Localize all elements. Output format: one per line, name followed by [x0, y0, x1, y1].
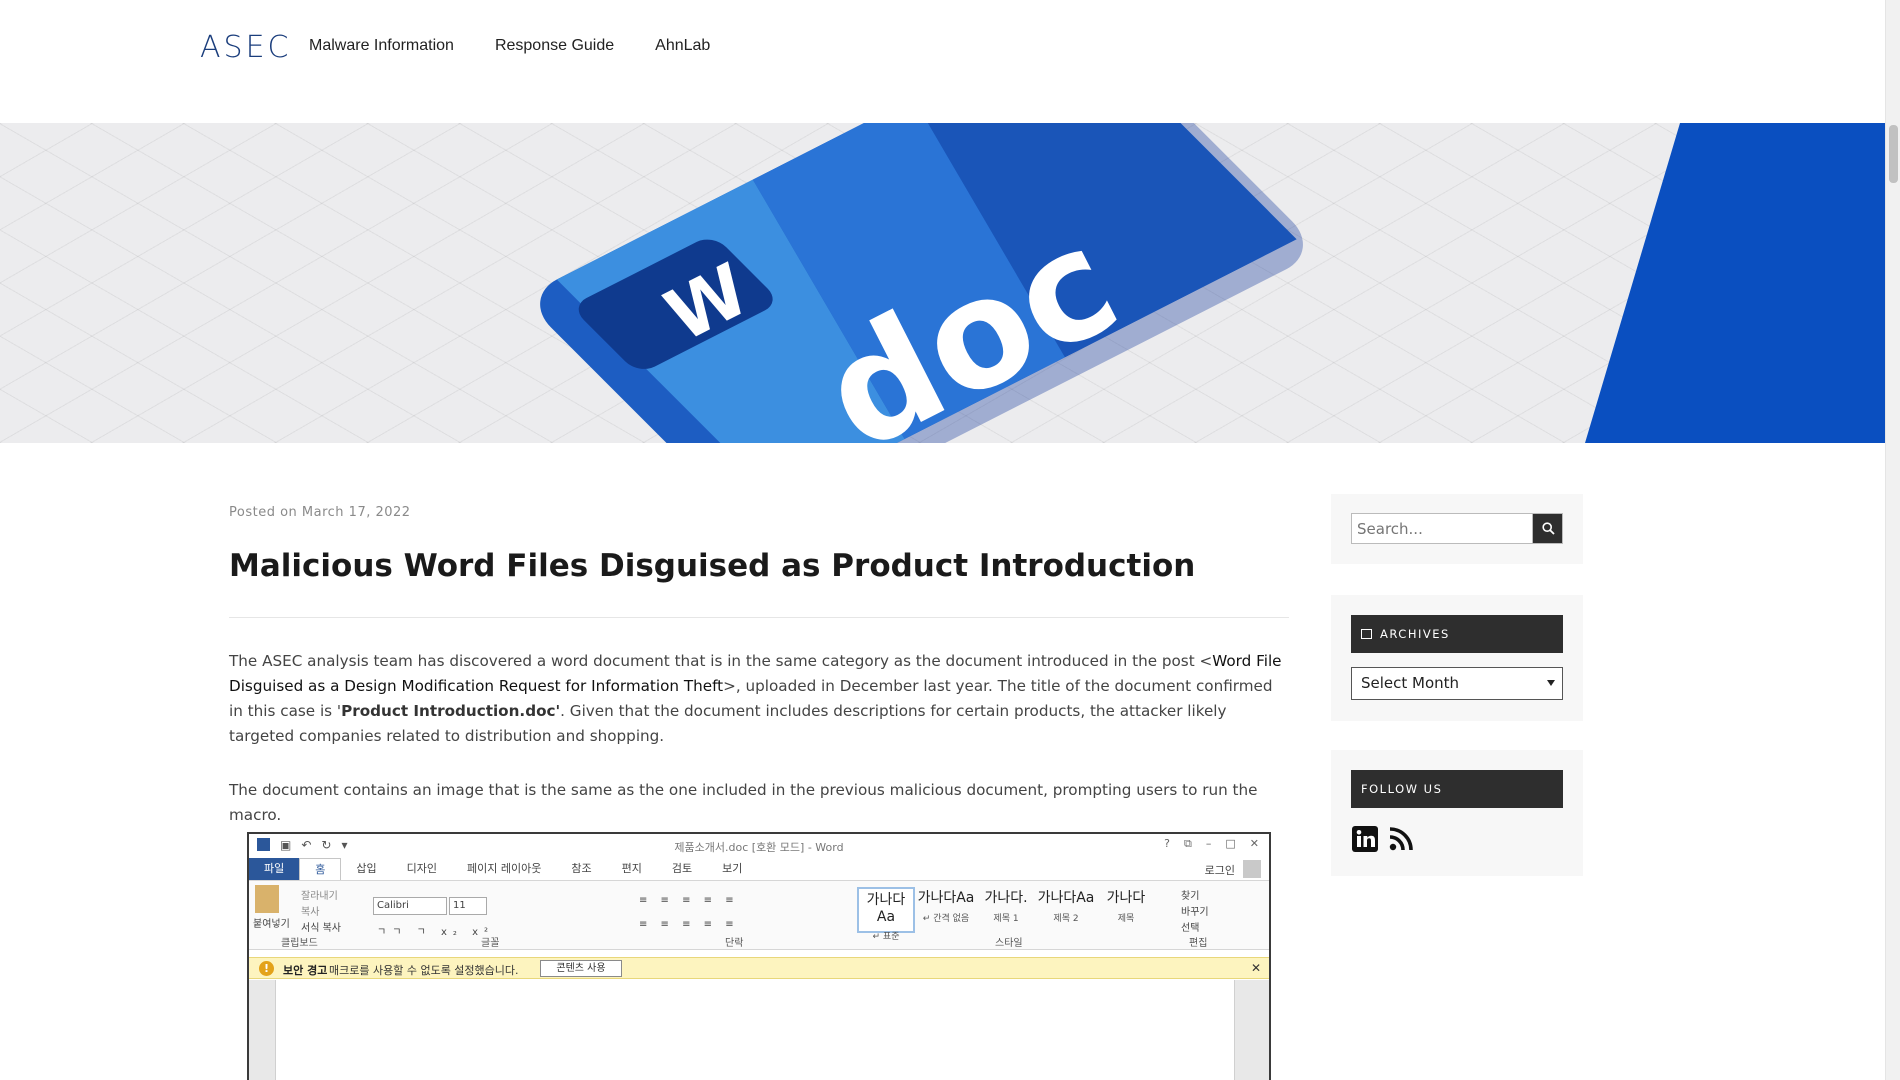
close-icon: ✕	[1249, 837, 1259, 850]
search-widget	[1331, 494, 1583, 564]
word-paste-label: 붙여넣기	[253, 919, 290, 930]
post-paragraph-1: The ASEC analysis team has discovered a …	[229, 649, 1291, 749]
nav-malware-information[interactable]: Malware Information	[309, 37, 454, 55]
word-window-title: 제품소개서.doc [호환 모드] - Word	[674, 841, 844, 854]
word-style-heading2: 가나다Aa 제목 2	[1037, 890, 1095, 924]
word-style-no-spacing: 가나다Aa ↵ 간격 없음	[917, 890, 975, 924]
word-select-label: 선택	[1181, 923, 1200, 934]
word-copy-label: 복사	[301, 907, 320, 918]
word-warning-close-icon: ✕	[1250, 961, 1261, 975]
word-security-warning-bar: ! 보안 경고 매크로를 사용할 수 없도록 설정했습니다. 콘텐츠 사용 ✕	[249, 957, 1269, 979]
maximize-icon: □	[1225, 837, 1236, 850]
help-icon: ?	[1164, 837, 1171, 850]
calendar-icon	[1361, 629, 1372, 639]
search-button[interactable]	[1532, 513, 1563, 544]
word-group-clipboard: 클립보드	[281, 938, 318, 949]
paste-icon	[255, 885, 279, 913]
word-tab-home: 홈	[299, 858, 342, 880]
word-paragraph-icons: ≡ ≡ ≡ ≡ ≡	[639, 895, 739, 906]
page-scrollbar[interactable]	[1885, 0, 1900, 1080]
nav-ahnlab[interactable]: AhnLab	[655, 37, 710, 55]
nav-response-guide[interactable]: Response Guide	[495, 37, 614, 55]
search-icon	[1542, 522, 1555, 535]
word-tab-design: 디자인	[406, 862, 437, 875]
search-input[interactable]	[1351, 513, 1533, 544]
scrollbar-thumb[interactable]	[1889, 125, 1898, 183]
post-paragraph-2: The document contains an image that is t…	[229, 781, 1258, 824]
word-avatar-icon	[1243, 860, 1261, 878]
word-page	[275, 980, 1235, 1080]
main-nav: Malware Information Response Guide AhnLa…	[309, 37, 751, 55]
word-format-painter-label: 서식 복사	[301, 923, 341, 934]
hero-banner: W doc	[0, 123, 1885, 443]
ribbon-display-icon: ⧉	[1184, 837, 1192, 850]
site-logo[interactable]: ASEC	[200, 30, 291, 65]
archives-month-select[interactable]: Select Month	[1351, 667, 1563, 700]
hero-accent-band	[1585, 123, 1885, 443]
word-tab-mailings: 편지	[621, 862, 642, 875]
word-replace-label: 바꾸기	[1181, 907, 1209, 918]
word-group-styles: 스타일	[995, 938, 1023, 949]
archives-title: ARCHIVES	[1351, 615, 1563, 653]
chevron-down-icon	[1547, 680, 1555, 686]
word-font-size: 11	[449, 897, 487, 915]
word-align-icons: ≡ ≡ ≡ ≡ ≡	[639, 919, 739, 930]
word-tab-references: 참조	[571, 862, 592, 875]
minimize-icon: –	[1205, 837, 1212, 850]
post-meta: Posted on March 17, 2022	[229, 505, 411, 520]
word-group-labels: 클립보드 글꼴 단락 스타일 편집	[249, 934, 1269, 949]
word-font-name: Calibri	[373, 897, 447, 915]
archives-widget: ARCHIVES Select Month	[1331, 595, 1583, 721]
follow-widget: FOLLOW US	[1331, 750, 1583, 876]
word-login: 로그인	[1204, 864, 1235, 877]
post-date[interactable]: March 17, 2022	[302, 505, 411, 520]
rss-icon[interactable]	[1387, 825, 1415, 853]
word-ribbon-tabs: 파일 홈 삽입 디자인 페이지 레이아웃 참조 편지 검토 보기	[249, 858, 1269, 880]
word-enable-content-button: 콘텐츠 사용	[540, 960, 622, 977]
word-window-controls: ? ⧉ – □ ✕	[1164, 837, 1259, 851]
word-titlebar: ▣ ↶ ↻ ▾ 제품소개서.doc [호환 모드] - Word ? ⧉ – □…	[249, 834, 1269, 858]
archives-select-value: Select Month	[1361, 674, 1460, 692]
post-title: Malicious Word Files Disguised as Produc…	[229, 548, 1196, 584]
word-tab-view: 보기	[722, 862, 743, 875]
word-find-label: 찾기	[1181, 891, 1200, 902]
word-group-paragraph: 단락	[725, 938, 744, 949]
warning-icon: !	[259, 961, 274, 976]
word-style-heading1: 가나다. 제목 1	[984, 890, 1028, 924]
word-tab-insert: 삽입	[356, 862, 377, 875]
word-tab-layout: 페이지 레이아웃	[467, 862, 542, 875]
word-warning-text: 매크로를 사용할 수 없도록 설정했습니다.	[329, 964, 519, 977]
word-warning-title: 보안 경고	[283, 964, 328, 977]
word-tab-file: 파일	[249, 858, 300, 880]
title-divider	[229, 617, 1289, 618]
word-style-title: 가나다 제목	[1106, 890, 1146, 924]
word-group-editing: 편집	[1189, 938, 1208, 949]
posted-on-label: Posted on	[229, 505, 298, 520]
p1-doc-name: Product Introduction.doc'	[341, 702, 561, 720]
word-style-normal: 가나다Aa ↵ 표준	[857, 887, 915, 942]
word-screenshot-image: ▣ ↶ ↻ ▾ 제품소개서.doc [호환 모드] - Word ? ⧉ – □…	[247, 832, 1271, 1080]
word-cut-label: 잘라내기	[301, 891, 338, 902]
archives-title-text: ARCHIVES	[1380, 627, 1450, 641]
word-tab-review: 검토	[671, 862, 693, 875]
site-header: ASEC Malware Information Response Guide …	[0, 0, 1885, 123]
hero-doc-illustration: W doc	[540, 123, 1885, 443]
word-group-font: 글꼴	[481, 938, 500, 949]
p1-text-a: The ASEC analysis team has discovered a …	[229, 652, 1213, 670]
follow-title: FOLLOW US	[1351, 770, 1563, 808]
linkedin-icon[interactable]	[1351, 825, 1379, 853]
